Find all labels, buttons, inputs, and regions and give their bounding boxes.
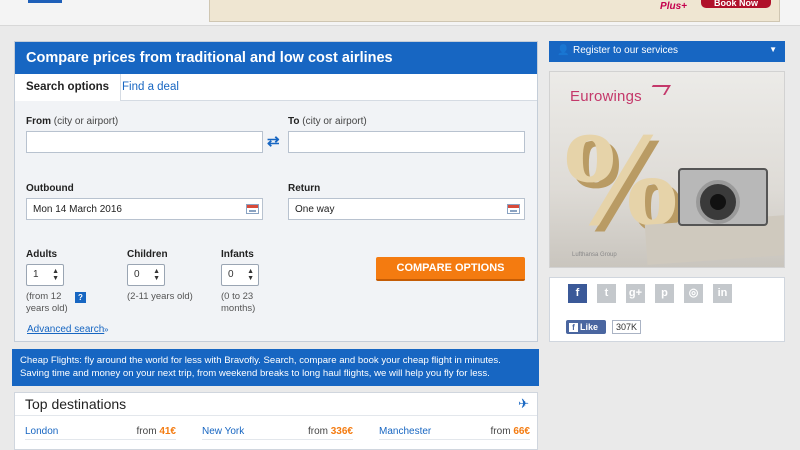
register-label: Register to our services [573,45,679,56]
to-label: To (city or airport) [288,116,367,127]
outbound-calendar-icon[interactable] [246,204,259,214]
ad-sponsor: Lufthansa Group [572,252,617,258]
compare-options-button[interactable]: COMPARE OPTIONS [376,257,525,281]
google-plus-icon[interactable]: g+ [626,284,645,303]
wings-logo-icon [647,85,671,95]
return-calendar-icon[interactable] [507,204,520,214]
top-ad-button[interactable]: Book Now [701,0,771,8]
divider [15,415,537,416]
help-icon[interactable]: ? [75,292,86,303]
info-banner: Cheap Flights: fly around the world for … [12,349,539,386]
stepper-arrows-icon[interactable]: ▲ ▼ [247,268,254,282]
from-input[interactable] [26,131,263,153]
instagram-icon[interactable]: ◎ [684,284,703,303]
site-logo[interactable] [28,0,62,3]
destination-item[interactable]: New York from 336€ [202,426,353,440]
like-count: 307K [612,320,642,334]
top-ad-brand: Plus+ [660,1,687,12]
search-tabs: Search options Find a deal [15,74,537,101]
destination-item[interactable]: Manchester from 66€ [379,426,530,440]
outbound-label: Outbound [26,183,74,194]
destination-city[interactable]: New York [202,426,244,437]
user-icon: 👤 [557,45,570,56]
destination-city[interactable]: Manchester [379,426,431,437]
infants-stepper[interactable]: 0 ▲ ▼ [221,264,259,286]
tab-search-options[interactable]: Search options [15,74,122,101]
top-banner-ad[interactable]: Plus+ Book Now [209,0,780,22]
eurowings-ad[interactable]: Eurowings % Lufthansa Group [549,71,785,268]
destination-city[interactable]: London [25,426,58,437]
destination-price: from 66€ [490,426,530,437]
children-stepper[interactable]: 0 ▲ ▼ [127,264,165,286]
facebook-icon[interactable]: f [568,284,587,303]
children-label: Children [127,249,168,260]
facebook-like-button[interactable]: f Like [566,320,606,334]
linkedin-icon[interactable]: in [713,284,732,303]
chevron-down-icon[interactable]: » [104,325,108,334]
to-input[interactable] [288,131,525,153]
plane-icon: ✈ [518,396,529,411]
stepper-arrows-icon[interactable]: ▲ ▼ [52,268,59,282]
top-destinations-title: Top destinations [25,396,127,412]
advanced-search-link[interactable]: Advanced search [27,324,104,335]
twitter-icon[interactable]: t [597,284,616,303]
stepper-arrows-icon[interactable]: ▲ ▼ [153,268,160,282]
return-label: Return [288,183,321,194]
tab-find-a-deal[interactable]: Find a deal [111,74,190,101]
facebook-small-icon: f [569,323,578,332]
infants-value: 0 [228,269,234,280]
from-label: From (city or airport) [26,116,119,127]
outbound-date-input[interactable] [26,198,263,220]
children-hint: (2-11 years old) [127,291,193,302]
search-panel-title: Compare prices from traditional and low … [15,42,537,74]
swap-icon[interactable]: ⇄ [267,132,280,150]
destination-price: from 336€ [307,426,353,437]
top-destinations-panel: Top destinations ✈ London from 41€ New Y… [14,392,538,450]
return-date-input[interactable] [288,198,525,220]
infants-label: Infants [221,249,254,260]
adults-stepper[interactable]: 1 ▲ ▼ [26,264,64,286]
pinterest-icon[interactable]: p [655,284,674,303]
children-value: 0 [134,269,140,280]
flight-search-panel: Compare prices from traditional and low … [14,41,538,342]
caret-down-icon[interactable]: ▼ [769,45,777,54]
infants-hint: (0 to 23 months) [221,291,256,314]
top-strip: Plus+ Book Now [0,0,800,26]
adults-hint: (from 12 years old) [26,291,68,314]
destination-price: from 41€ [136,426,176,437]
adults-value: 1 [33,269,39,280]
camera-lens-inner [710,194,726,210]
adults-label: Adults [26,249,58,260]
register-dropdown[interactable]: 👤 Register to our services ▼ [549,41,785,62]
destination-item[interactable]: London from 41€ [25,426,176,440]
social-share-box: f t g+ p ◎ in f Like 307K [549,277,785,342]
ad-brand: Eurowings [570,88,642,105]
